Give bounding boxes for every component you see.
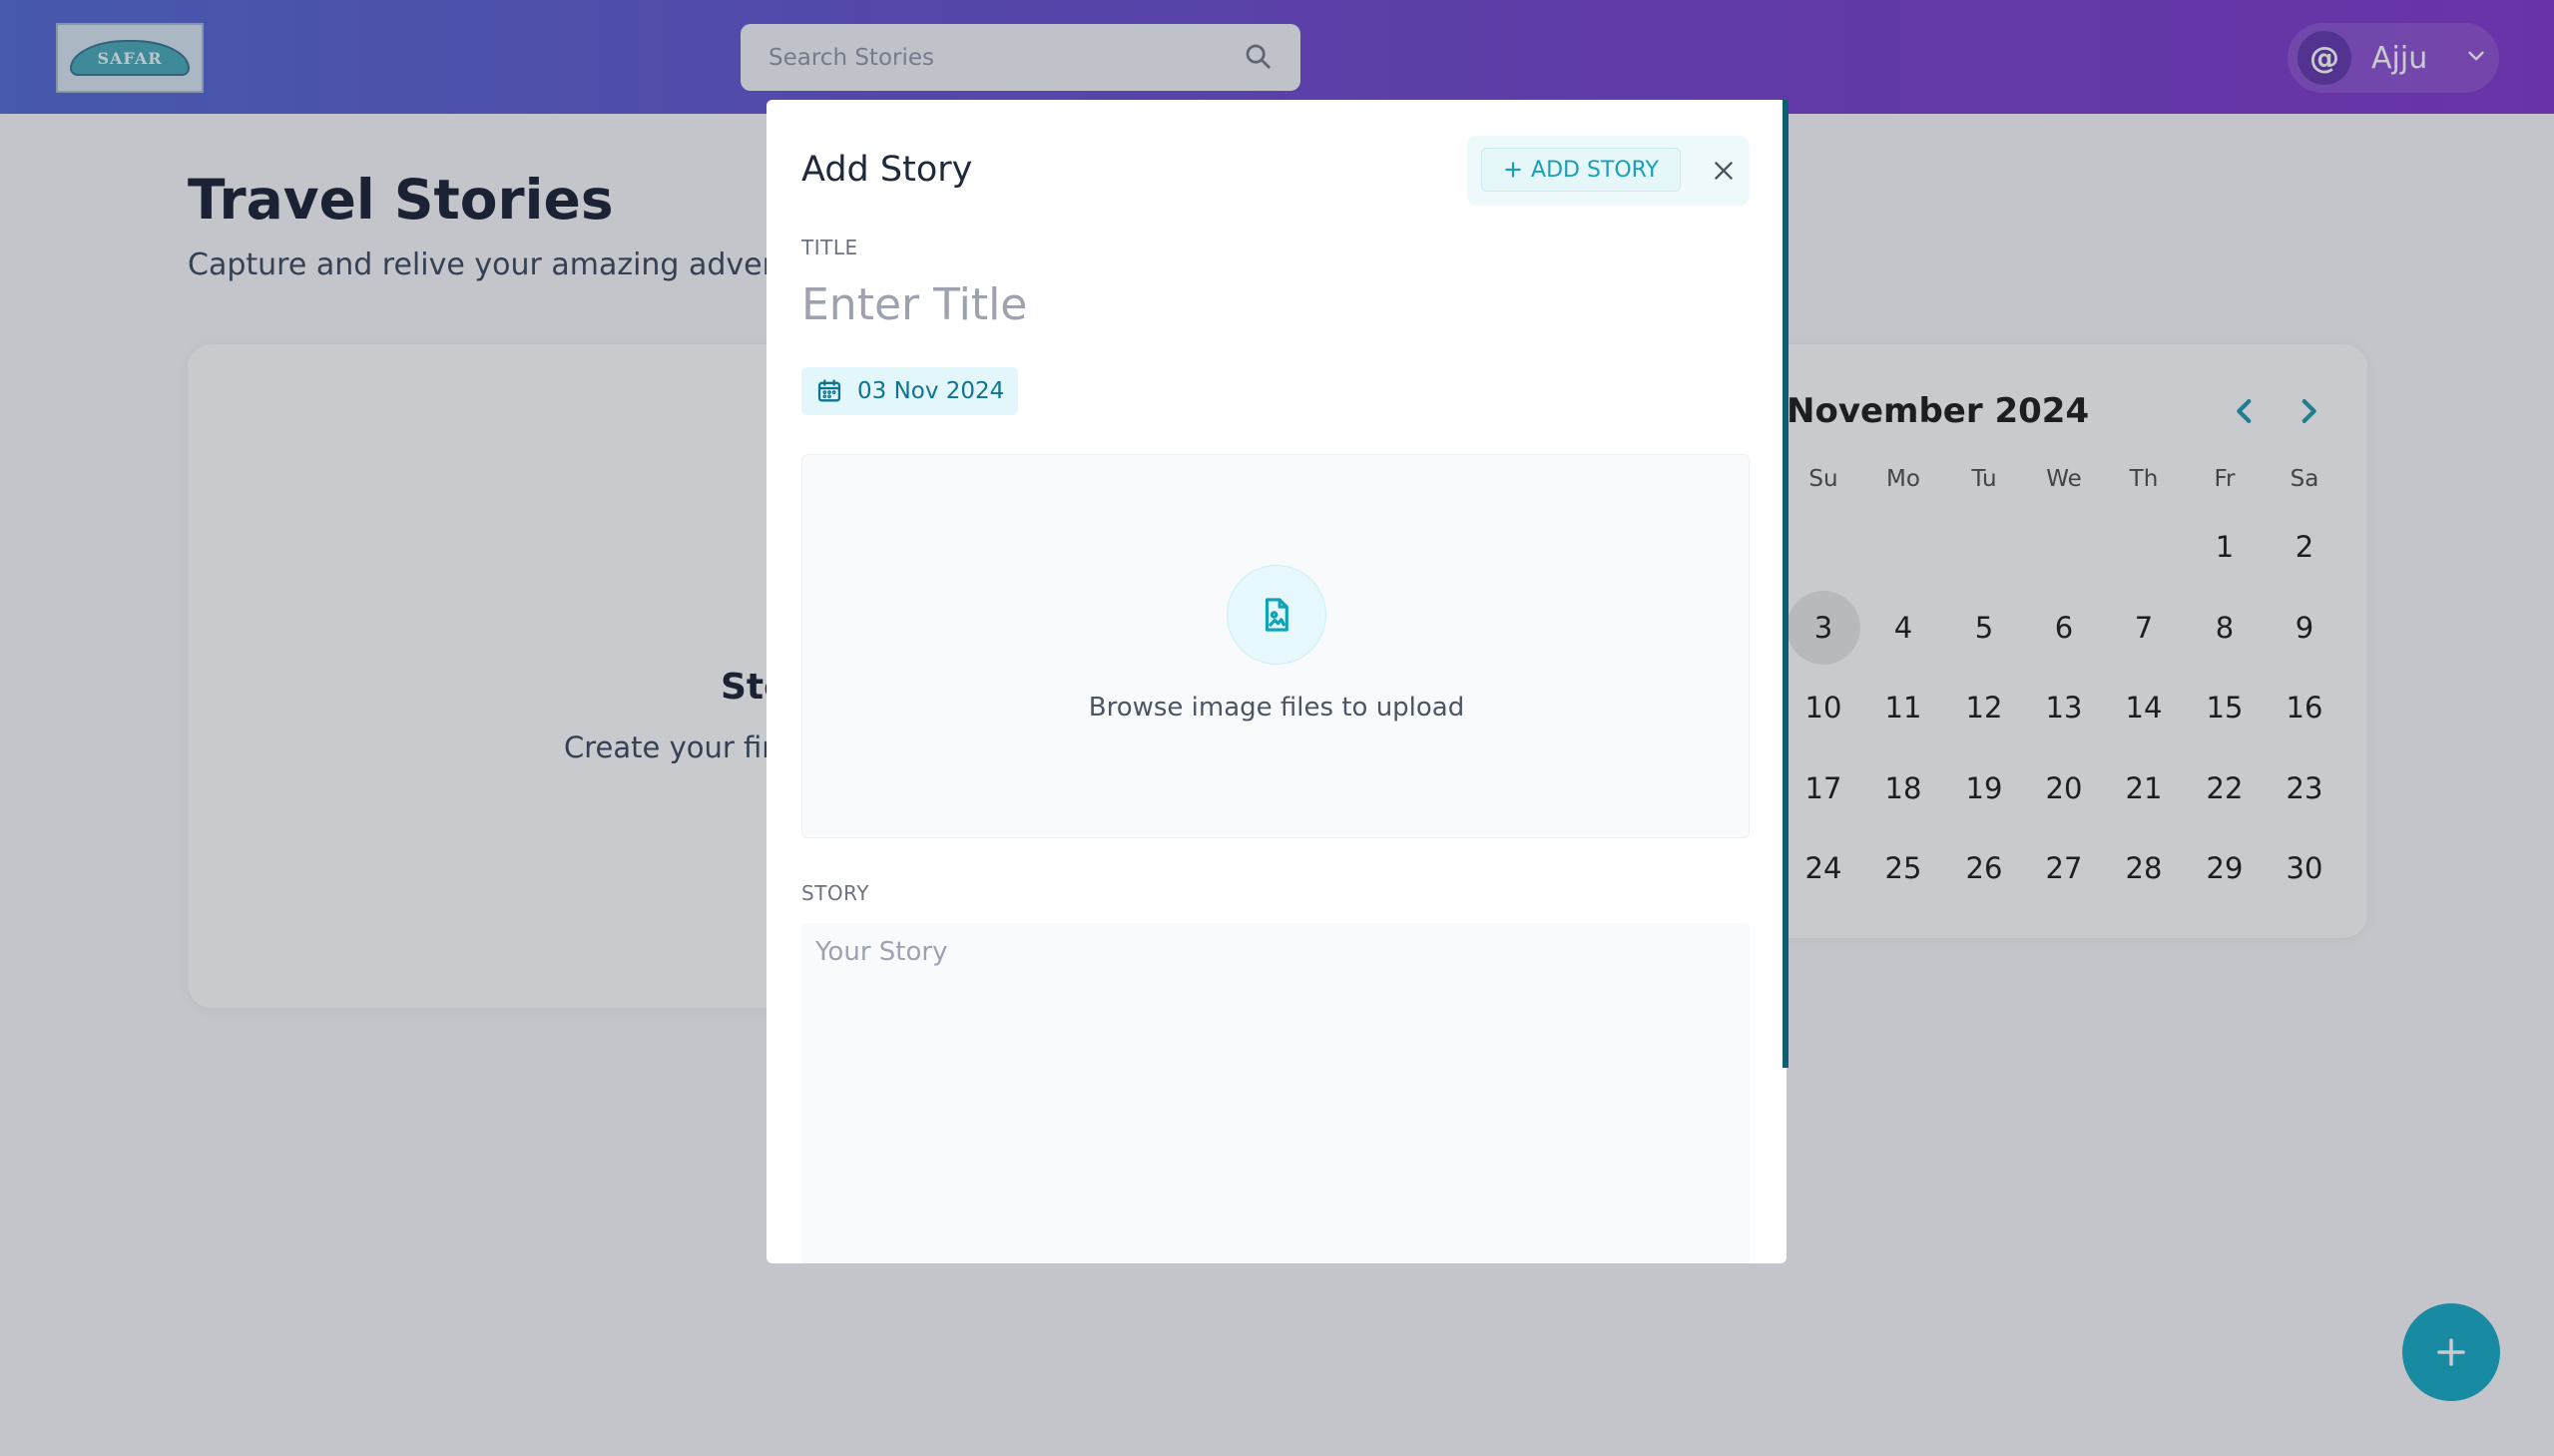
story-textarea[interactable] bbox=[801, 923, 1750, 1263]
add-story-modal: Add Story ADD STORY TITLE 03 Nov 2024 Br… bbox=[766, 100, 1787, 1263]
modal-scrollbar[interactable] bbox=[1783, 100, 1788, 1068]
date-picker-button[interactable]: 03 Nov 2024 bbox=[801, 367, 1019, 415]
image-file-icon bbox=[1265, 598, 1288, 632]
image-upload-area[interactable]: Browse image files to upload bbox=[801, 454, 1750, 838]
close-modal-button[interactable] bbox=[1704, 151, 1744, 191]
modal-title: Add Story bbox=[801, 150, 973, 190]
modal-actions: ADD STORY bbox=[1467, 136, 1750, 206]
add-story-button-label: ADD STORY bbox=[1531, 157, 1659, 183]
title-input[interactable] bbox=[801, 274, 1740, 334]
story-label: STORY bbox=[801, 881, 869, 905]
calendar-icon bbox=[817, 379, 841, 402]
close-icon bbox=[1715, 162, 1733, 180]
upload-instructions: Browse image files to upload bbox=[1088, 693, 1465, 723]
plus-icon bbox=[1505, 162, 1521, 178]
title-label: TITLE bbox=[801, 236, 858, 259]
upload-icon-button[interactable] bbox=[1227, 565, 1326, 665]
add-story-button[interactable]: ADD STORY bbox=[1481, 148, 1681, 192]
date-value: 03 Nov 2024 bbox=[857, 378, 1005, 404]
